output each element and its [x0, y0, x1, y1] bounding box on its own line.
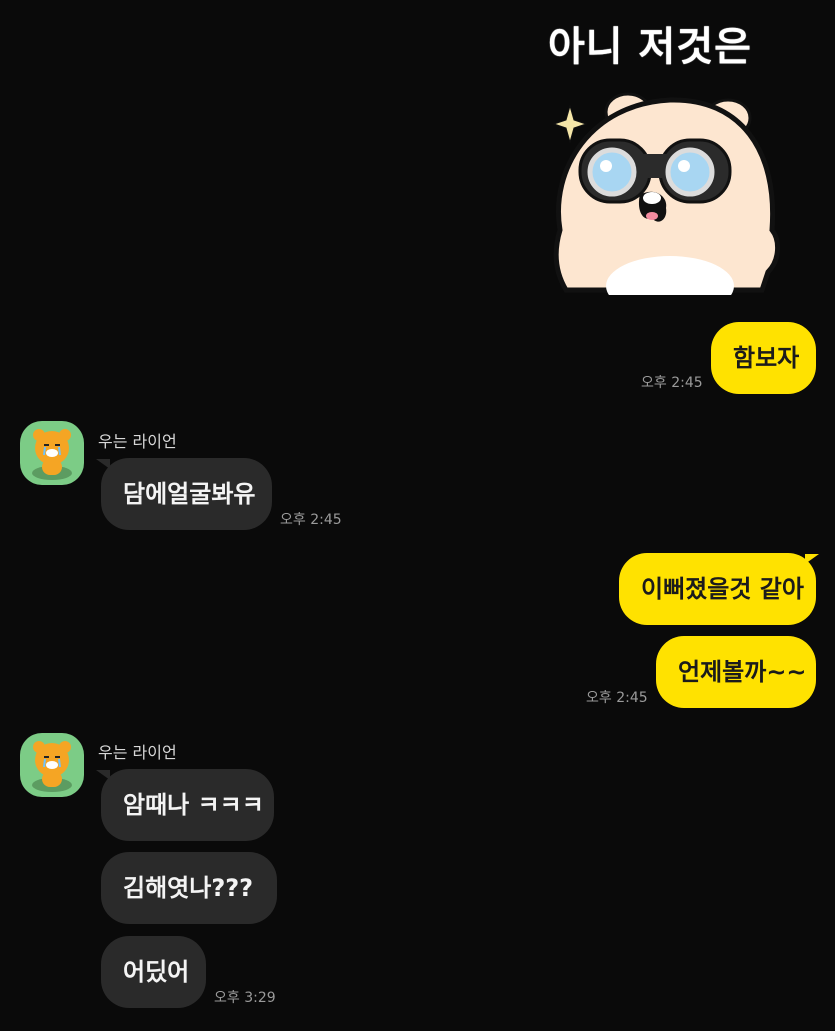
their-message-bubble[interactable]: 암때나 ㅋㅋㅋ — [101, 769, 274, 841]
bear-binoculars-icon — [552, 92, 780, 316]
message-time: 오후 2:45 — [641, 375, 703, 391]
message-time: 오후 3:29 — [214, 990, 276, 1006]
message-text: 함보자 — [733, 344, 800, 372]
message-text: 이뻐졌을것 같아 — [641, 575, 804, 603]
my-message-bubble[interactable]: 이뻐졌을것 같아 — [619, 553, 816, 625]
crying-lion-avatar[interactable] — [20, 421, 84, 485]
sticker-caption: 아니 저것은 — [548, 14, 752, 72]
message-text: 담에얼굴봐유 — [123, 480, 256, 508]
lion-icon — [32, 741, 72, 792]
message-time: 오후 2:45 — [586, 690, 648, 706]
sender-name: 우는 라이언 — [98, 743, 177, 762]
message-text: 언제볼까~~ — [678, 658, 807, 686]
my-message-bubble[interactable]: 함보자 — [711, 322, 816, 394]
sender-name: 우는 라이언 — [98, 432, 177, 451]
my-message-bubble[interactable]: 언제볼까~~ — [656, 636, 816, 708]
lion-icon — [32, 429, 72, 480]
their-message-bubble[interactable]: 어딨어 — [101, 936, 206, 1008]
message-time: 오후 2:45 — [280, 512, 342, 528]
their-message-bubble[interactable]: 담에얼굴봐유 — [101, 458, 272, 530]
their-message-bubble[interactable]: 김해엿나??? — [101, 852, 277, 924]
sticker-caption-text: 아니 저것은 — [548, 24, 752, 70]
crying-lion-avatar[interactable] — [20, 733, 84, 797]
message-text: 어딨어 — [123, 958, 190, 986]
message-text: 김해엿나??? — [123, 874, 254, 902]
bear-binoculars-sticker[interactable] — [540, 90, 780, 316]
message-text: 암때나 ㅋㅋㅋ — [123, 791, 264, 819]
